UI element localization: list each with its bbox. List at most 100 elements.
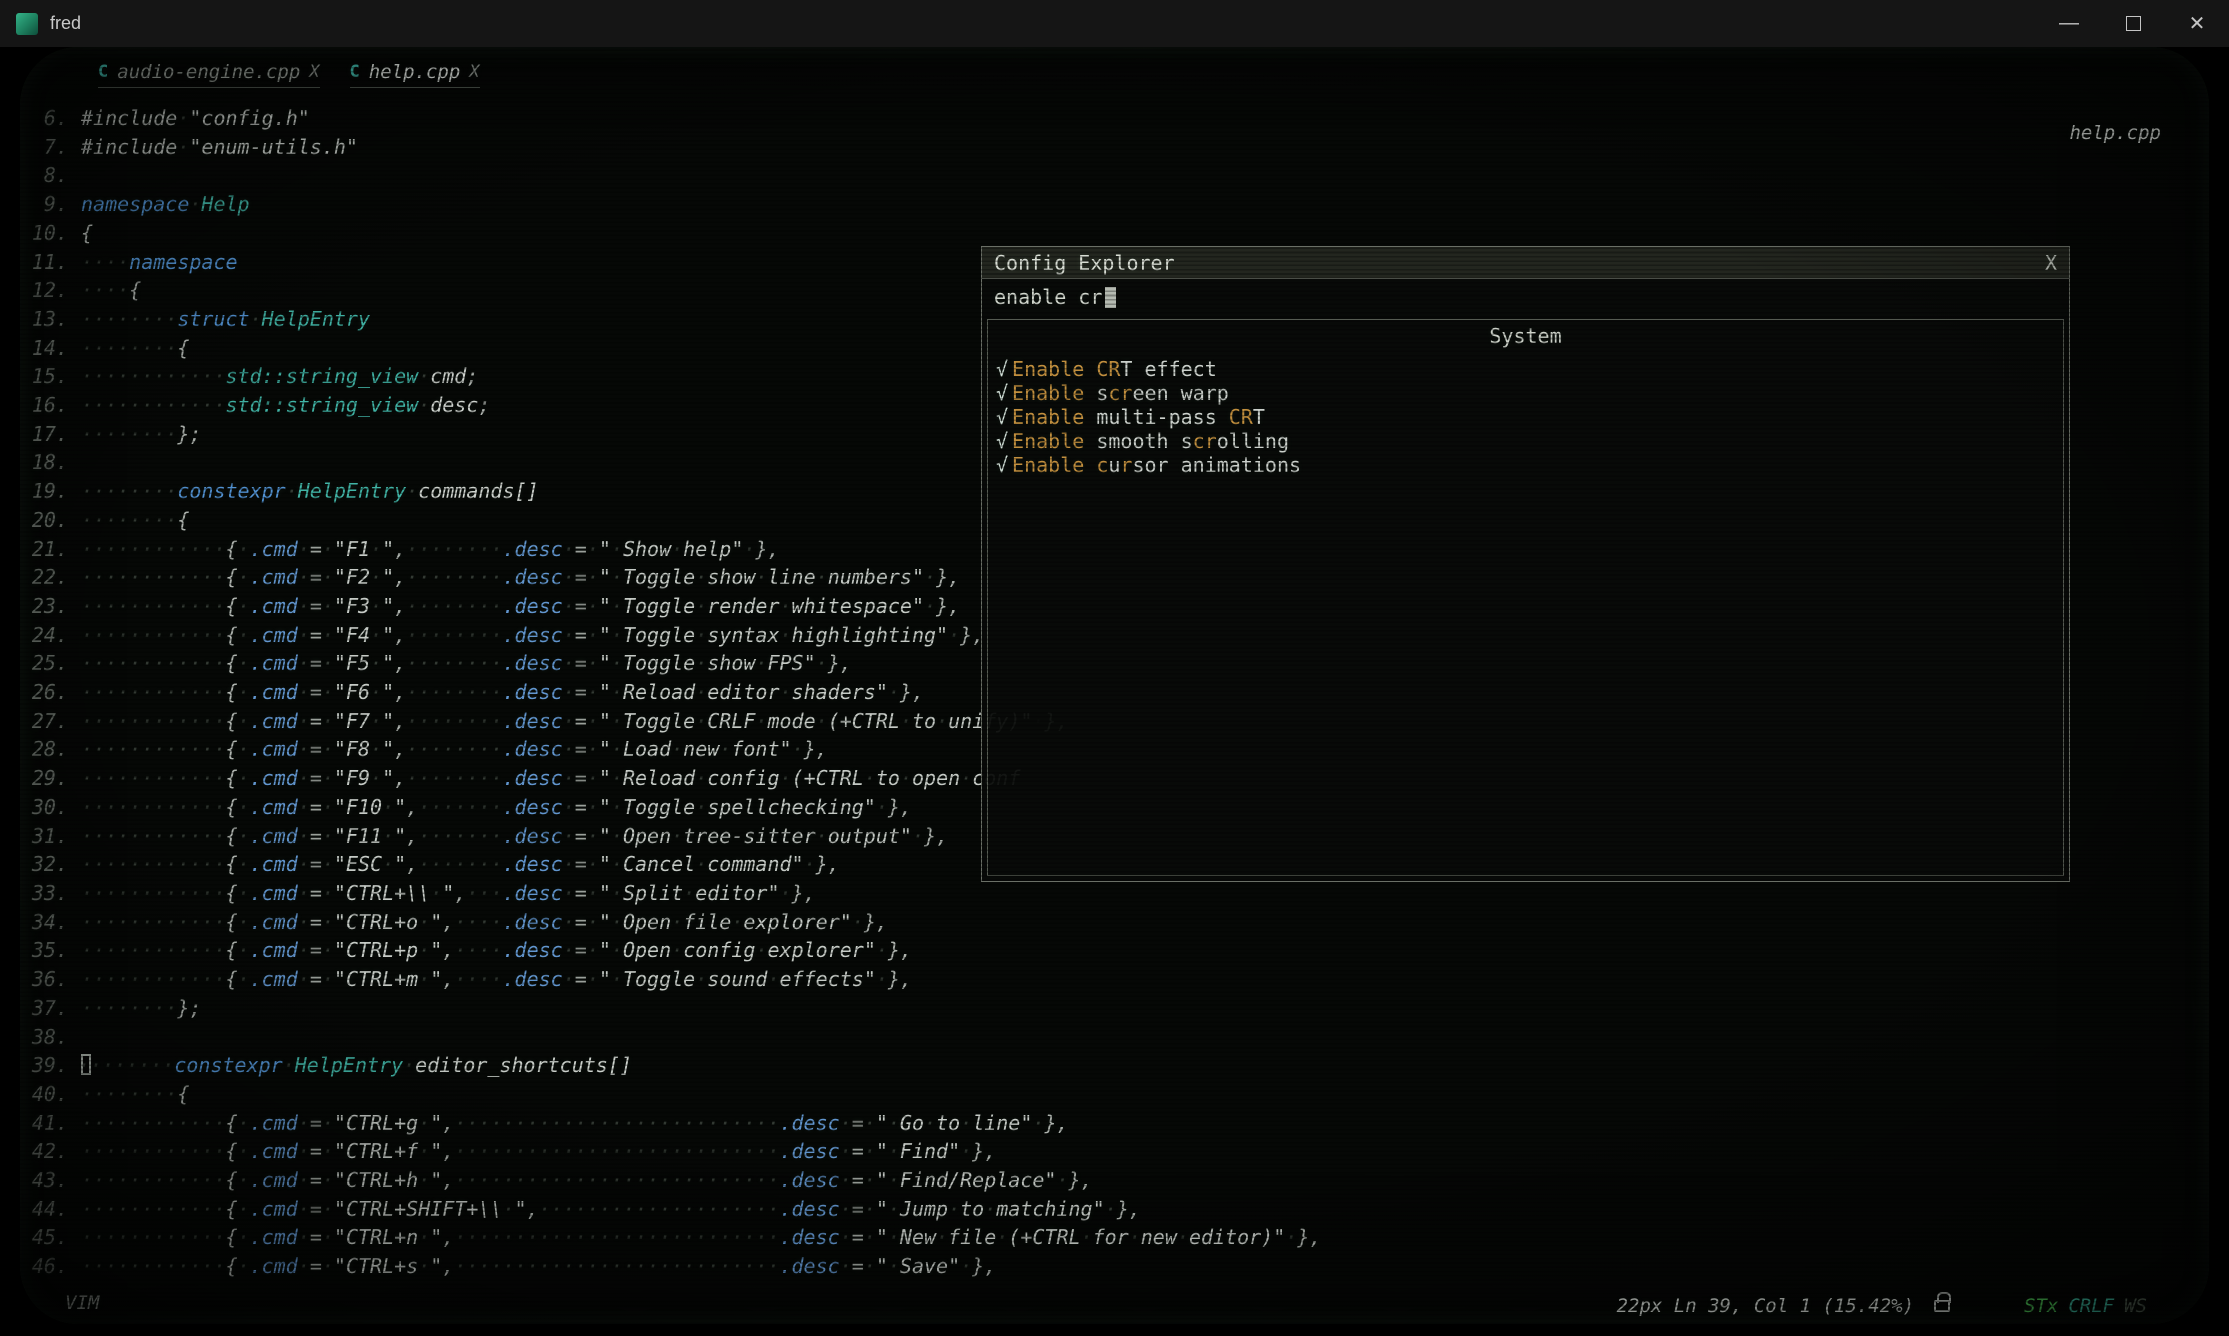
line-content: ············{·.cmd·=·"F9·",········.desc… [81,764,1020,793]
code-line: 42.············{·.cmd·=·"CTRL+f·",······… [20,1137,2209,1166]
code-line: 7.#include·"enum-utils.h" [20,133,2209,162]
line-content: ············{·.cmd·=·"CTRL+o·",····.desc… [81,908,888,937]
line-number: 42. [20,1137,68,1166]
lock-icon [1934,1300,1950,1312]
line-number: 36. [20,965,68,994]
config-option[interactable]: √Enable CRT effect [996,357,2063,381]
option-label-segment: smooth s [1096,429,1192,453]
line-content: ············{·.cmd·=·"F10·",·······.desc… [81,793,912,822]
option-label-segment: olling [1217,429,1289,453]
line-number: 6. [20,104,68,133]
vim-mode-label: VIM [65,1292,99,1314]
line-content: ············{·.cmd·=·"CTRL+p·",····.desc… [81,936,912,965]
option-label-segment: r [1120,453,1132,477]
config-option[interactable]: √Enable multi-pass CRT [996,405,2063,429]
checkbox-checked-icon[interactable]: √ [996,357,1008,381]
option-label-segment: sor animations [1132,453,1301,477]
line-number: 26. [20,678,68,707]
line-content: ········}; [81,994,201,1023]
tab-close-button[interactable]: X [309,62,319,82]
option-label-segment: T effect [1120,357,1216,381]
code-line: 10.{ [20,219,2209,248]
line-content: ············{·.cmd·=·"CTRL+h·",·········… [81,1166,1093,1195]
line-number: 32. [20,850,68,879]
config-close-button[interactable]: X [2045,251,2057,275]
tab-close-button[interactable]: X [469,62,479,82]
status-info: 22px Ln 39, Col 1 (15.42%) [1617,1295,1914,1317]
line-number: 13. [20,305,68,334]
line-content: ············{·.cmd·=·"F2·",········.desc… [81,563,960,592]
line-number: 44. [20,1195,68,1224]
config-option[interactable]: √Enable smooth scrolling [996,429,2063,453]
config-explorer-panel: Config Explorer X enable cr System √Enab… [981,246,2070,882]
code-line: 40.········{ [20,1080,2209,1109]
line-content: ············{·.cmd·=·"F7·",········.desc… [81,707,1069,736]
line-content: ············{·.cmd·=·"ESC·",·······.desc… [81,850,840,879]
tab-help.cpp[interactable]: Chelp.cppX [350,61,480,88]
option-label-segment: multi-pass [1096,405,1228,429]
code-line: 6.#include·"config.h" [20,104,2209,133]
line-number: 45. [20,1223,68,1252]
line-number: 27. [20,707,68,736]
config-option[interactable]: √Enable cursor animations [996,453,2063,477]
code-line: 34.············{·.cmd·=·"CTRL+o·",····.d… [20,908,2209,937]
config-option[interactable]: √Enable screen warp [996,381,2063,405]
option-label-segment: s [1096,381,1108,405]
checkbox-checked-icon[interactable]: √ [996,381,1008,405]
line-number: 10. [20,219,68,248]
config-search-value: enable cr [994,285,1102,309]
option-label-segment: een warp [1132,381,1228,405]
code-line: 8. [20,161,2209,190]
tab-audio-engine.cpp[interactable]: Caudio-engine.cppX [98,61,320,88]
status-flag-stx: STx [2024,1295,2058,1317]
code-line: 39.········constexpr·HelpEntry·editor_sh… [20,1051,2209,1080]
line-number: 25. [20,649,68,678]
line-content: ············{·.cmd·=·"F4·",········.desc… [81,621,984,650]
line-number: 22. [20,563,68,592]
app-icon [16,13,38,35]
line-number: 28. [20,735,68,764]
crt-screen: Caudio-engine.cppXChelp.cppX help.cpp 6.… [20,47,2209,1324]
line-number: 33. [20,879,68,908]
line-number: 11. [20,248,68,277]
line-content: ········}; [81,420,201,449]
option-label-segment: Enable [1012,429,1096,453]
line-content: ········{ [81,506,189,535]
line-content: ············{·.cmd·=·"F1·",········.desc… [81,535,780,564]
line-number: 18. [20,448,68,477]
line-number: 19. [20,477,68,506]
code-line: 37.········}; [20,994,2209,1023]
line-number: 35. [20,936,68,965]
config-search-input[interactable]: enable cr [982,279,2069,315]
config-items-list: √Enable CRT effect√Enable screen warp√En… [988,357,2063,477]
line-content: ········constexpr·HelpEntry·commands[] [81,477,539,506]
line-number: 40. [20,1080,68,1109]
line-content: ············{·.cmd·=·"F6·",········.desc… [81,678,924,707]
line-content: ····namespace [81,248,238,277]
maximize-button[interactable] [2101,0,2165,47]
line-number: 46. [20,1252,68,1281]
line-number: 9. [20,190,68,219]
status-bar-right: 22px Ln 39, Col 1 (15.42%) STxCRLFWS [1617,1295,2147,1317]
line-number: 38. [20,1023,68,1052]
line-content: ············{·.cmd·=·"F3·",········.desc… [81,592,960,621]
checkbox-checked-icon[interactable]: √ [996,405,1008,429]
line-content: ············{·.cmd·=·"CTRL+SHIFT+\\·",··… [81,1195,1141,1224]
status-flag-crlf: CRLF [2068,1295,2114,1317]
code-line: 46.············{·.cmd·=·"CTRL+s·",······… [20,1252,2209,1281]
code-line: 35. ············{·.cmd·=·"CTRL+p·",····.d… [20,936,2209,965]
line-content: ············{·.cmd·=·"CTRL+g·",·········… [81,1109,1069,1138]
checkbox-checked-icon[interactable]: √ [996,429,1008,453]
checkbox-checked-icon[interactable]: √ [996,453,1008,477]
code-line: 41.············{·.cmd·=·"CTRL+g·",······… [20,1109,2209,1138]
line-number: 17. [20,420,68,449]
option-label-segment: cr [1108,381,1132,405]
line-number: 16. [20,391,68,420]
window-title: fred [50,13,81,34]
text-cursor [1105,287,1116,308]
config-explorer-header: Config Explorer X [982,247,2069,279]
window-controls: — ✕ [2037,0,2229,47]
line-number: 20. [20,506,68,535]
close-button[interactable]: ✕ [2165,0,2229,47]
minimize-button[interactable]: — [2037,0,2101,47]
